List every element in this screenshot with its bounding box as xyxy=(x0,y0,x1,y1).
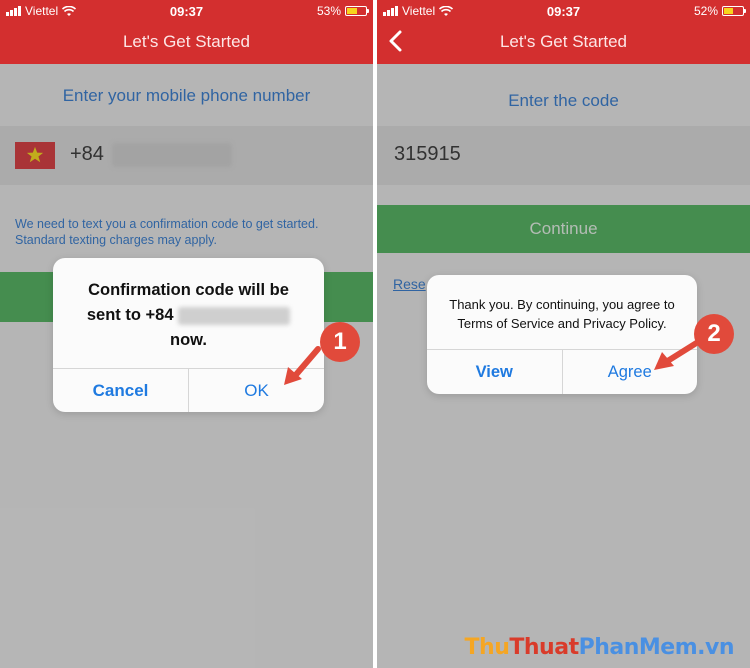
arrow-pointer-icon xyxy=(284,346,321,385)
page-title: Let's Get Started xyxy=(499,32,628,51)
dialog-line-2: sent to +84 xyxy=(53,303,324,328)
view-button[interactable]: View xyxy=(427,350,562,394)
phone-screen-left: Viettel 09:37 53% Let's Get Started Ente… xyxy=(0,0,373,668)
phone-number-redacted xyxy=(178,306,291,325)
battery-percent: 52% xyxy=(693,4,718,18)
battery-percent: 53% xyxy=(316,4,341,18)
dialog-line-1: Confirmation code will be xyxy=(88,281,289,299)
watermark-part-1: Thu xyxy=(464,635,510,660)
battery-indicator: 53% xyxy=(316,4,369,18)
battery-icon xyxy=(345,6,369,16)
watermark-part-4: .vn xyxy=(697,635,734,660)
battery-icon xyxy=(722,6,746,16)
page-title: Let's Get Started xyxy=(122,32,251,51)
battery-fill xyxy=(347,8,357,14)
step-badge: 2 xyxy=(694,314,734,354)
battery-fill xyxy=(724,8,734,14)
watermark-part-3: PhanMem xyxy=(578,635,698,660)
dialog-line-1: Thank you. By continuing, you agree to xyxy=(449,297,675,312)
battery-indicator: 52% xyxy=(693,4,746,18)
top-bar: Viettel 09:37 53% Let's Get Started xyxy=(0,0,373,64)
top-bar: Viettel 09:37 52% Let's Get Started xyxy=(377,0,750,64)
cancel-button[interactable]: Cancel xyxy=(53,369,188,412)
status-bar: Viettel 09:37 53% xyxy=(0,0,373,22)
terms-dialog: Thank you. By continuing, you agree to T… xyxy=(427,275,697,394)
step-badge: 1 xyxy=(320,322,360,362)
dialog-sent-to: sent to +84 xyxy=(86,306,174,324)
dialog-line-2: Terms of Service and Privacy Policy. xyxy=(457,316,667,331)
watermark: ThuThuatPhanMem.vn xyxy=(464,635,735,660)
dialog-message: Thank you. By continuing, you agree to T… xyxy=(427,275,697,333)
status-bar: Viettel 09:37 52% xyxy=(377,0,750,22)
dialog-message: Confirmation code will be sent to +84 no… xyxy=(53,258,324,353)
phone-screen-right: Viettel 09:37 52% Let's Get Started Ente… xyxy=(377,0,750,668)
arrow-pointer-icon xyxy=(654,339,701,370)
watermark-part-2: Thuat xyxy=(509,635,579,660)
